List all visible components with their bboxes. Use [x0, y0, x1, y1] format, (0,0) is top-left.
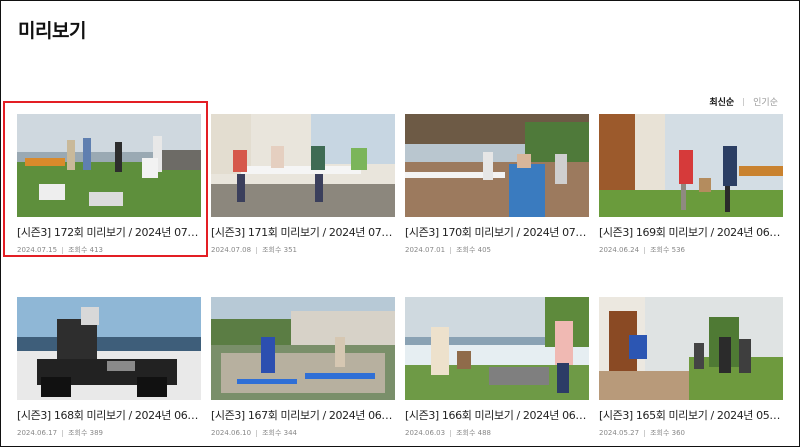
video-views: 조회수 351 [262, 246, 297, 254]
video-title[interactable]: [시즌3] 171회 미리보기 / 2024년 07월… [211, 224, 395, 240]
video-date: 2024.07.01 [405, 246, 446, 254]
video-views: 조회수 344 [262, 429, 297, 437]
video-meta: 2024.06.10 조회수 344 [211, 428, 395, 438]
video-meta: 2024.07.15 조회수 413 [17, 245, 201, 255]
video-thumbnail[interactable] [405, 114, 589, 217]
video-date: 2024.06.10 [211, 429, 252, 437]
page-title: 미리보기 [18, 20, 86, 42]
video-card[interactable]: [시즌3] 167회 미리보기 / 2024년 06월… 2024.06.10 … [211, 297, 395, 438]
video-views: 조회수 488 [456, 429, 491, 437]
meta-divider [62, 246, 64, 254]
video-title[interactable]: [시즌3] 168회 미리보기 / 2024년 06월… [17, 407, 201, 423]
meta-divider [450, 246, 452, 254]
video-card[interactable]: [시즌3] 165회 미리보기 / 2024년 05월… 2024.05.27 … [599, 297, 783, 438]
video-meta: 2024.06.03 조회수 488 [405, 428, 589, 438]
video-views: 조회수 389 [68, 429, 103, 437]
video-date: 2024.07.15 [17, 246, 58, 254]
video-date: 2024.06.24 [599, 246, 640, 254]
video-views: 조회수 536 [650, 246, 685, 254]
sort-divider [743, 97, 745, 106]
video-thumbnail[interactable] [211, 114, 395, 217]
video-meta: 2024.05.27 조회수 360 [599, 428, 783, 438]
sort-options: 최신순 인기순 [709, 95, 778, 108]
video-meta: 2024.06.24 조회수 536 [599, 245, 783, 255]
video-views: 조회수 413 [68, 246, 103, 254]
video-date: 2024.06.17 [17, 429, 58, 437]
sort-popular-button[interactable]: 인기순 [753, 95, 778, 108]
video-title[interactable]: [시즌3] 166회 미리보기 / 2024년 06월… [405, 407, 589, 423]
video-thumbnail[interactable] [211, 297, 395, 400]
video-meta: 2024.07.08 조회수 351 [211, 245, 395, 255]
video-card[interactable]: [시즌3] 168회 미리보기 / 2024년 06월… 2024.06.17 … [17, 297, 201, 438]
meta-divider [256, 429, 258, 437]
meta-divider [256, 246, 258, 254]
video-date: 2024.06.03 [405, 429, 446, 437]
video-date: 2024.07.08 [211, 246, 252, 254]
video-title[interactable]: [시즌3] 169회 미리보기 / 2024년 06월… [599, 224, 783, 240]
video-title[interactable]: [시즌3] 172회 미리보기 / 2024년 07월… [17, 224, 201, 240]
video-views: 조회수 405 [456, 246, 491, 254]
video-card[interactable]: [시즌3] 170회 미리보기 / 2024년 07월… 2024.07.01 … [405, 114, 589, 255]
video-thumbnail[interactable] [17, 114, 201, 217]
meta-divider [62, 429, 64, 437]
video-date: 2024.05.27 [599, 429, 640, 437]
video-thumbnail[interactable] [17, 297, 201, 400]
video-title[interactable]: [시즌3] 165회 미리보기 / 2024년 05월… [599, 407, 783, 423]
video-thumbnail[interactable] [599, 297, 783, 400]
video-meta: 2024.07.01 조회수 405 [405, 245, 589, 255]
video-title[interactable]: [시즌3] 170회 미리보기 / 2024년 07월… [405, 224, 589, 240]
meta-divider [644, 429, 646, 437]
video-card[interactable]: [시즌3] 171회 미리보기 / 2024년 07월… 2024.07.08 … [211, 114, 395, 255]
video-card[interactable]: [시즌3] 166회 미리보기 / 2024년 06월… 2024.06.03 … [405, 297, 589, 438]
video-card[interactable]: [시즌3] 172회 미리보기 / 2024년 07월… 2024.07.15 … [17, 114, 201, 255]
video-title[interactable]: [시즌3] 167회 미리보기 / 2024년 06월… [211, 407, 395, 423]
video-thumbnail[interactable] [599, 114, 783, 217]
meta-divider [644, 246, 646, 254]
sort-latest-button[interactable]: 최신순 [709, 95, 734, 108]
video-meta: 2024.06.17 조회수 389 [17, 428, 201, 438]
video-views: 조회수 360 [650, 429, 685, 437]
video-thumbnail[interactable] [405, 297, 589, 400]
meta-divider [450, 429, 452, 437]
video-card[interactable]: [시즌3] 169회 미리보기 / 2024년 06월… 2024.06.24 … [599, 114, 783, 255]
